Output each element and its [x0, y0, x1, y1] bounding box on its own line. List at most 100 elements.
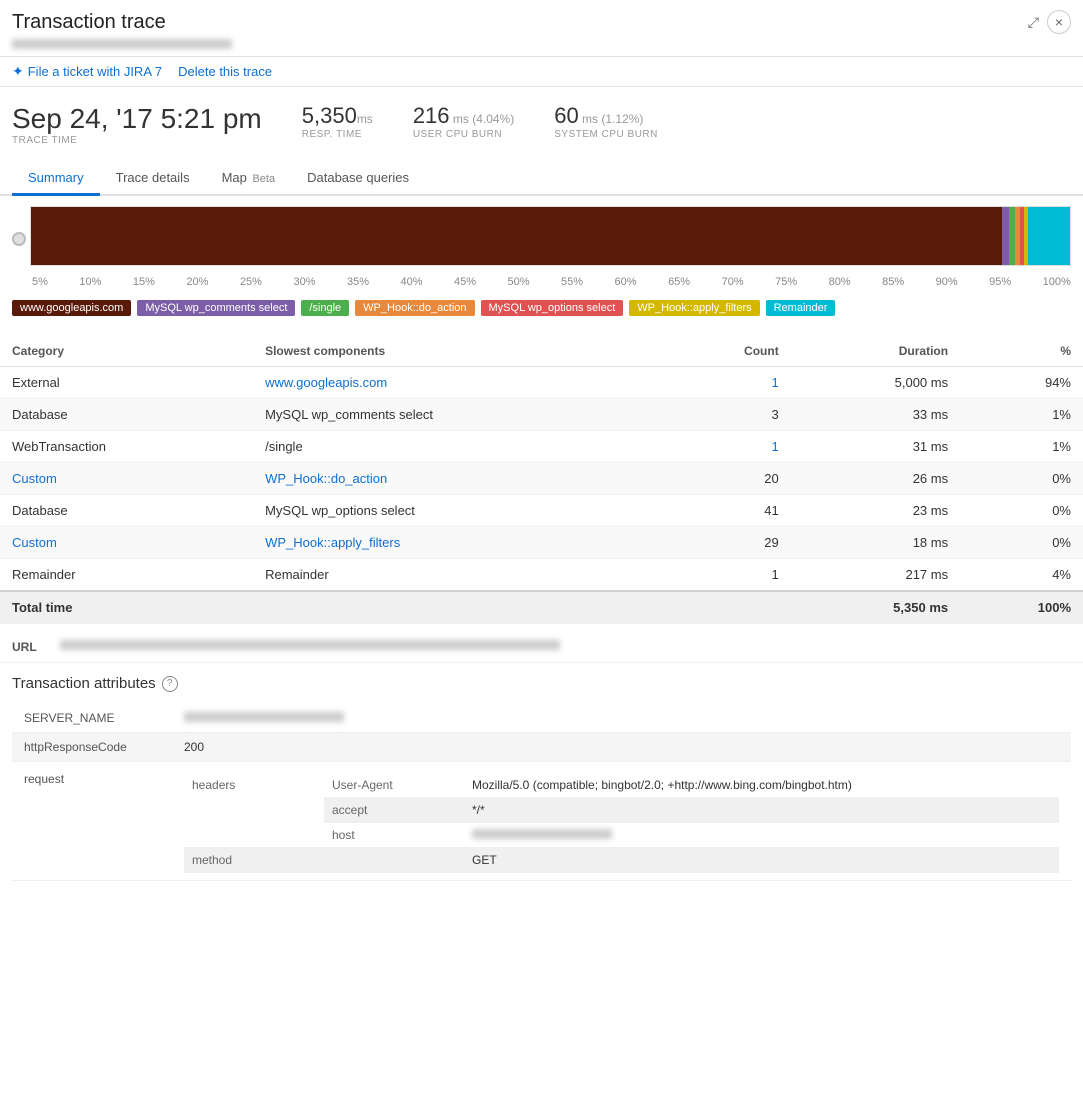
attrs-table: SERVER_NAME httpResponseCode 200 request…	[12, 704, 1071, 881]
row-category: Custom	[0, 463, 253, 495]
segment-remainder	[1028, 207, 1070, 265]
col-pct: %	[960, 336, 1083, 367]
url-label: URL	[12, 640, 52, 654]
table-row: Remainder Remainder 1 217 ms 4%	[0, 559, 1083, 592]
tab-trace-details[interactable]: Trace details	[100, 162, 206, 196]
total-row: Total time 5,350 ms 100%	[0, 591, 1083, 624]
chart-timeline	[30, 206, 1071, 266]
sys-cpu-metric: 60 ms (1.12%) SYSTEM CPU BURN	[554, 103, 658, 140]
section-title: Transaction attributes ?	[12, 675, 1071, 692]
legend-do-action[interactable]: WP_Hook::do_action	[355, 300, 474, 316]
app-name	[12, 36, 1071, 50]
row-duration: 23 ms	[791, 495, 960, 527]
component-link[interactable]: www.googleapis.com	[265, 375, 387, 390]
host-blur	[472, 829, 612, 839]
host-key: host	[324, 823, 464, 848]
category-link[interactable]: Custom	[12, 535, 57, 550]
sys-cpu-value: 60 ms (1.12%)	[554, 103, 658, 129]
user-cpu-metric: 216 ms (4.04%) USER CPU BURN	[413, 103, 514, 140]
jira-icon: ✦	[12, 63, 24, 80]
attr-row-server: SERVER_NAME	[12, 704, 1071, 733]
request-value: headers User-Agent Mozilla/5.0 (compatib…	[172, 762, 1071, 881]
url-row: URL	[0, 632, 1083, 663]
component-link[interactable]: WP_Hook::do_action	[265, 471, 387, 486]
method-key-empty	[324, 848, 464, 873]
help-icon[interactable]: ?	[162, 676, 178, 692]
row-duration: 18 ms	[791, 527, 960, 559]
chart-legend: www.googleapis.com MySQL wp_comments sel…	[12, 296, 1071, 324]
count-link[interactable]: 1	[771, 375, 778, 390]
delete-trace-button[interactable]: Delete this trace	[178, 64, 272, 79]
server-name-value	[172, 704, 1071, 733]
table-row: Database MySQL wp_comments select 3 33 m…	[0, 399, 1083, 431]
tab-database-queries[interactable]: Database queries	[291, 162, 425, 196]
row-pct: 0%	[960, 495, 1083, 527]
server-name-blur	[184, 712, 344, 722]
transaction-attributes: Transaction attributes ? SERVER_NAME htt…	[0, 663, 1083, 893]
row-duration: 217 ms	[791, 559, 960, 592]
row-count: 29	[665, 527, 791, 559]
trace-time-value: Sep 24, '17 5:21 pm	[12, 103, 262, 135]
table-row: Custom WP_Hook::do_action 20 26 ms 0%	[0, 463, 1083, 495]
row-category: External	[0, 367, 253, 399]
close-button[interactable]: ×	[1047, 10, 1071, 34]
scroll-dot	[12, 232, 26, 246]
user-cpu-label: USER CPU BURN	[413, 129, 514, 140]
row-category: Database	[0, 495, 253, 527]
tab-bar: Summary Trace details Map Beta Database …	[0, 162, 1083, 196]
sys-cpu-label: SYSTEM CPU BURN	[554, 129, 658, 140]
page-header: Transaction trace ⤢ ×	[0, 0, 1083, 57]
page-title: Transaction trace	[12, 11, 166, 34]
tab-map[interactable]: Map Beta	[206, 162, 292, 196]
metrics-section: Sep 24, '17 5:21 pm TRACE TIME 5,350ms R…	[0, 87, 1083, 158]
http-code-value: 200	[172, 733, 1071, 762]
row-count: 20	[665, 463, 791, 495]
row-duration: 33 ms	[791, 399, 960, 431]
url-value	[60, 640, 560, 650]
row-count: 1	[665, 559, 791, 592]
host-value	[464, 823, 1059, 848]
count-link[interactable]: 1	[771, 439, 778, 454]
row-duration: 26 ms	[791, 463, 960, 495]
attr-row-request: request headers User-Agent Mozilla/5.0 (…	[12, 762, 1071, 881]
table-row: External www.googleapis.com 1 5,000 ms 9…	[0, 367, 1083, 399]
segment-googleapis	[31, 207, 1002, 265]
legend-options[interactable]: MySQL wp_options select	[481, 300, 624, 316]
component-link[interactable]: WP_Hook::apply_filters	[265, 535, 400, 550]
legend-apply-filters[interactable]: WP_Hook::apply_filters	[629, 300, 759, 316]
row-count: 1	[665, 431, 791, 463]
legend-remainder[interactable]: Remainder	[766, 300, 836, 316]
scroll-indicator	[12, 232, 26, 246]
row-duration: 31 ms	[791, 431, 960, 463]
row-pct: 1%	[960, 399, 1083, 431]
nested-row: headers User-Agent Mozilla/5.0 (compatib…	[184, 773, 1059, 798]
row-component: www.googleapis.com	[253, 367, 665, 399]
server-name-key: SERVER_NAME	[12, 704, 172, 733]
request-key: request	[12, 762, 172, 881]
tab-summary[interactable]: Summary	[12, 162, 100, 196]
legend-single[interactable]: /single	[301, 300, 349, 316]
legend-googleapis[interactable]: www.googleapis.com	[12, 300, 131, 316]
row-category: Custom	[0, 527, 253, 559]
legend-mysql-comments[interactable]: MySQL wp_comments select	[137, 300, 295, 316]
category-link[interactable]: Custom	[12, 471, 57, 486]
row-category: Database	[0, 399, 253, 431]
col-category: Category	[0, 336, 253, 367]
total-pct: 100%	[960, 591, 1083, 624]
user-agent-value: Mozilla/5.0 (compatible; bingbot/2.0; +h…	[464, 773, 1059, 798]
user-cpu-value: 216 ms (4.04%)	[413, 103, 514, 129]
header-actions: ⤢ ×	[1028, 10, 1071, 34]
row-count: 41	[665, 495, 791, 527]
row-component: /single	[253, 431, 665, 463]
col-duration: Duration	[791, 336, 960, 367]
row-pct: 4%	[960, 559, 1083, 592]
row-component: Remainder	[253, 559, 665, 592]
row-component: WP_Hook::apply_filters	[253, 527, 665, 559]
expand-button[interactable]: ⤢	[1028, 10, 1039, 34]
resp-time-label: RESP. TIME	[302, 129, 373, 140]
chart-bar	[31, 207, 1070, 265]
row-count: 3	[665, 399, 791, 431]
total-label: Total time	[0, 591, 791, 624]
file-ticket-button[interactable]: ✦ File a ticket with JIRA 7	[12, 63, 162, 80]
table-row: WebTransaction /single 1 31 ms 1%	[0, 431, 1083, 463]
